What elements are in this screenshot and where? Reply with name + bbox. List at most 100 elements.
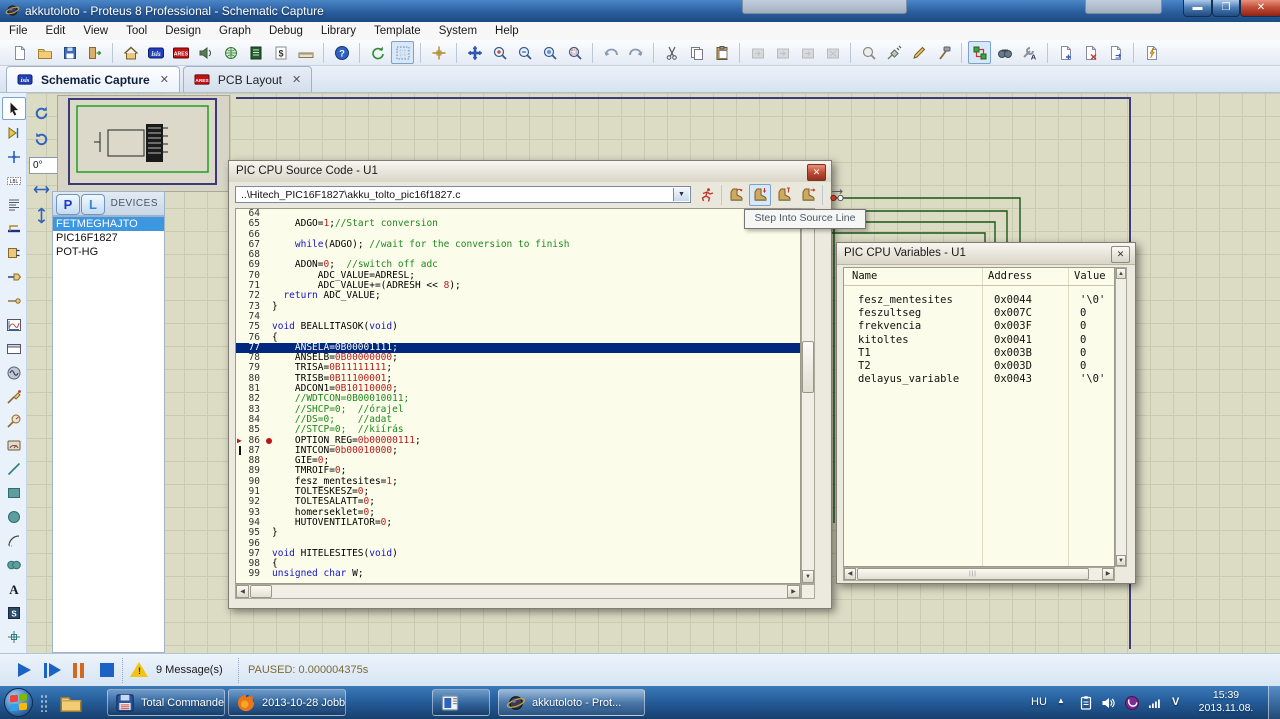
step-button-arrow[interactable] <box>49 663 61 677</box>
2d-marker-mode-button[interactable] <box>2 625 26 648</box>
pause-button[interactable] <box>73 663 77 678</box>
cut-button[interactable] <box>660 41 683 64</box>
buses-mode-button[interactable] <box>2 217 26 240</box>
2d-path-mode-button[interactable] <box>2 553 26 576</box>
step-over-source-line-button[interactable] <box>725 184 747 206</box>
variables-window-titlebar[interactable]: PIC CPU Variables - U1 ✕ <box>837 243 1135 265</box>
toggle-grid-button[interactable] <box>391 41 414 64</box>
bill-of-materials-button[interactable]: $ <box>269 41 292 64</box>
maximize-button[interactable]: ❐ <box>1212 0 1240 17</box>
device-pins-mode-button[interactable] <box>2 289 26 312</box>
rotate-clockwise-button[interactable] <box>28 101 54 125</box>
run-to-source-line-button[interactable] <box>797 184 819 206</box>
variables-table[interactable]: NameAddressValue fesz_mentesites0x0044'\… <box>843 267 1115 567</box>
netlist-to-pcb-button[interactable] <box>1140 41 1163 64</box>
device-item-pot-hg[interactable]: POT-HG <box>53 245 164 259</box>
v-app-icon[interactable]: V <box>1172 696 1179 708</box>
2d-symbol-mode-button[interactable]: S <box>2 601 26 624</box>
flip-vertical-button[interactable] <box>28 203 54 227</box>
variables-horizontal-scrollbar[interactable]: ◀ ||| ▶ <box>843 567 1115 581</box>
source-file-dropdown[interactable]: ..\Hitech_PIC16F1827\akku_tolto_pic16f18… <box>235 186 691 203</box>
taskbar-clock[interactable]: 15:39 2013.11.08. <box>1188 689 1264 715</box>
terminals-mode-button[interactable] <box>2 265 26 288</box>
menu-design[interactable]: Design <box>156 22 210 40</box>
wire-label-mode-button[interactable]: LBL <box>2 169 26 192</box>
volume-icon[interactable] <box>1100 695 1116 711</box>
schematic-capture-module-button[interactable]: isis <box>144 41 167 64</box>
goto-sheet-button[interactable] <box>1104 41 1127 64</box>
2d-arc-mode-button[interactable] <box>2 529 26 552</box>
gerber-viewer-button[interactable] <box>219 41 242 64</box>
zoom-in-button[interactable] <box>488 41 511 64</box>
variable-row-T2[interactable]: T20x003D0 <box>844 360 1114 373</box>
subcircuit-mode-button[interactable] <box>2 241 26 264</box>
redo-button[interactable] <box>624 41 647 64</box>
import-project-button[interactable] <box>83 41 106 64</box>
tab-close-icon[interactable]: ✕ <box>292 73 301 86</box>
column-header-value[interactable]: Value <box>1074 268 1106 285</box>
close-button[interactable]: ✕ <box>1240 0 1280 17</box>
voltage-probe-mode-button[interactable] <box>2 385 26 408</box>
device-item-pic16f1827[interactable]: PIC16F1827 <box>53 231 164 245</box>
variables-window[interactable]: PIC CPU Variables - U1 ✕ NameAddressValu… <box>836 242 1136 584</box>
menu-help[interactable]: Help <box>486 22 528 40</box>
paste-button[interactable] <box>710 41 733 64</box>
zoom-out-button[interactable] <box>513 41 536 64</box>
electrical-rule-check-button[interactable] <box>294 41 317 64</box>
run-simulation-button[interactable] <box>696 184 718 206</box>
start-button[interactable] <box>4 688 33 717</box>
property-assignment-tool-button[interactable]: A <box>1018 41 1041 64</box>
step-out-source-line-button[interactable] <box>773 184 795 206</box>
message-count[interactable]: 9 Message(s) <box>156 664 223 676</box>
wire-autorouter-button[interactable] <box>968 41 991 64</box>
text-script-mode-button[interactable] <box>2 193 26 216</box>
open-project-button[interactable] <box>33 41 56 64</box>
variable-row-feszultseg[interactable]: feszultseg0x007C0 <box>844 307 1114 320</box>
explorer-taskbar-icon[interactable] <box>58 691 84 715</box>
code-horizontal-scrollbar[interactable]: ◀ ▶ <box>235 584 801 599</box>
center-at-cursor-button[interactable] <box>463 41 486 64</box>
junction-dot-mode-button[interactable] <box>2 145 26 168</box>
taskbar-button-total-commande-[interactable]: Total Commande... <box>107 689 225 716</box>
source-code-window[interactable]: PIC CPU Source Code - U1 ✕ ..\Hitech_PIC… <box>228 160 832 609</box>
virtual-instruments-mode-button[interactable] <box>2 433 26 456</box>
hidden-icons-button[interactable]: ▲ <box>1057 696 1065 705</box>
menu-graph[interactable]: Graph <box>210 22 260 40</box>
line-number[interactable]: 85 <box>236 425 260 435</box>
line-number[interactable]: 95 <box>236 528 260 538</box>
packaging-tool-button[interactable] <box>907 41 930 64</box>
menu-file[interactable]: File <box>0 22 37 40</box>
column-header-name[interactable]: Name <box>852 268 877 285</box>
save-project-button[interactable] <box>58 41 81 64</box>
new-project-button[interactable] <box>8 41 31 64</box>
menu-library[interactable]: Library <box>312 22 365 40</box>
action-center-icon[interactable] <box>1078 695 1094 711</box>
generator-mode-button[interactable] <box>2 361 26 384</box>
menu-edit[interactable]: Edit <box>37 22 75 40</box>
pick-devices-button[interactable]: P <box>56 194 80 215</box>
menu-template[interactable]: Template <box>365 22 430 40</box>
network-signal-icon[interactable] <box>1147 695 1163 711</box>
flip-horizontal-button[interactable] <box>28 177 54 201</box>
copy-button[interactable] <box>685 41 708 64</box>
block-delete-button[interactable] <box>821 41 844 64</box>
tab-pcb-layout[interactable]: ARESPCB Layout✕ <box>183 66 312 92</box>
component-mode-button[interactable] <box>2 121 26 144</box>
undo-button[interactable] <box>599 41 622 64</box>
menu-tool[interactable]: Tool <box>117 22 156 40</box>
remove-sheet-button[interactable] <box>1079 41 1102 64</box>
graph-mode-button[interactable] <box>2 313 26 336</box>
toggle-false-origin-button[interactable] <box>427 41 450 64</box>
variable-row-fesz_mentesites[interactable]: fesz_mentesites0x0044'\0' <box>844 294 1114 307</box>
design-explorer-button[interactable] <box>244 41 267 64</box>
selection-mode-button[interactable] <box>2 97 26 120</box>
taskbar-button-akkutoloto-prot-[interactable]: akkutoloto - Prot... <box>498 689 645 716</box>
make-device-button[interactable] <box>882 41 905 64</box>
devices-list[interactable]: FETMEGHAJTOPIC16F1827POT-HG <box>52 216 165 653</box>
tab-close-icon[interactable]: ✕ <box>160 73 169 86</box>
language-indicator[interactable]: HU <box>1031 696 1047 708</box>
zoom-to-area-button[interactable] <box>563 41 586 64</box>
variable-row-frekvencia[interactable]: frekvencia0x003F0 <box>844 320 1114 333</box>
device-item-fetmeghajto[interactable]: FETMEGHAJTO <box>53 217 164 231</box>
3d-viewer-button[interactable] <box>194 41 217 64</box>
